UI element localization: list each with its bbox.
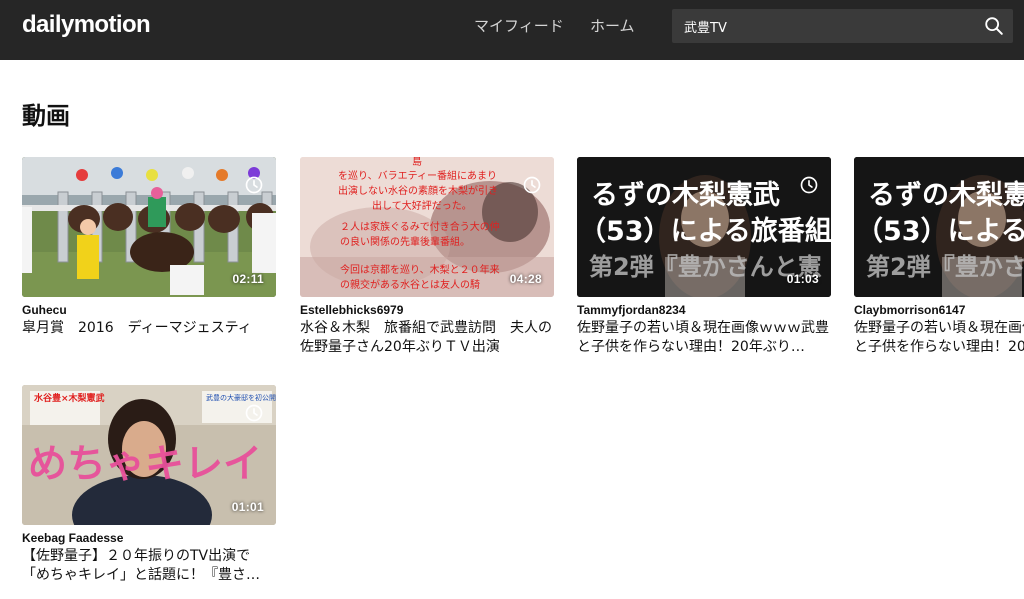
- overlay-line: 出して大好評だった。: [372, 201, 472, 212]
- clock-icon[interactable]: [244, 403, 264, 423]
- video-title[interactable]: 水谷＆木梨 旅番組で武豊訪問 夫人の佐野量子さん20年ぶりＴＶ出演: [300, 319, 554, 357]
- search-input[interactable]: [672, 9, 972, 43]
- clock-icon[interactable]: [799, 175, 819, 195]
- overlay-line: ２人は家族ぐるみで付き合う大の仲: [340, 222, 500, 233]
- clock-icon[interactable]: [522, 175, 542, 195]
- video-duration: 01:03: [786, 272, 819, 286]
- channel-name[interactable]: Keebag Faadesse: [22, 531, 276, 545]
- video-thumbnail[interactable]: 島 を巡り、バラエティー番組にあまり 出演しない水谷の素顔を木梨が引き 出して大…: [300, 157, 554, 297]
- overlay-line: 第2弾『豊かさ: [866, 253, 1024, 281]
- channel-name[interactable]: Tammyfjordan8234: [577, 303, 831, 317]
- video-card[interactable]: 02:11 Guhecu 皐月賞 2016 ディーマジェスティ: [22, 157, 276, 338]
- overlay-line: （53）による旅番組: [579, 216, 831, 247]
- search-box: [672, 9, 1013, 43]
- video-duration: 04:28: [509, 272, 542, 286]
- video-thumbnail[interactable]: 水谷豊×木梨憲武 武豊の大豪邸を初公開 めちゃキレイ 01:01: [22, 385, 276, 525]
- section-title: 動画: [22, 102, 70, 130]
- top-bar: dailymotion マイフィード ホーム: [0, 0, 1024, 60]
- video-thumbnail[interactable]: 02:11: [22, 157, 276, 297]
- video-title[interactable]: 皐月賞 2016 ディーマジェスティ: [22, 319, 276, 338]
- nav-home[interactable]: ホーム: [590, 15, 635, 36]
- video-card[interactable]: 島 を巡り、バラエティー番組にあまり 出演しない水谷の素顔を木梨が引き 出して大…: [300, 157, 554, 357]
- video-thumbnail[interactable]: るずの木梨憲 （53）による 第2弾『豊かさ: [854, 157, 1024, 297]
- channel-name[interactable]: Estellebhicks6979: [300, 303, 554, 317]
- channel-name[interactable]: Guhecu: [22, 303, 276, 317]
- channel-name[interactable]: Claybmorrison6147: [854, 303, 1024, 317]
- dailymotion-logo[interactable]: dailymotion: [22, 11, 151, 39]
- video-thumbnail[interactable]: るずの木梨憲武 （53）による旅番組 第2弾『豊かさんと憲 01:03: [577, 157, 831, 297]
- video-title[interactable]: 佐野量子の若い頃＆現在画像ｗｗｗ武豊と子供を作らない理由！20年ぶり…: [577, 319, 831, 357]
- video-duration: 01:01: [231, 500, 264, 514]
- nav-my-feed[interactable]: マイフィード: [474, 15, 564, 36]
- overlay-line: めちゃキレイ: [28, 442, 263, 487]
- video-title[interactable]: 【佐野量子】２０年振りのTV出演で「めちゃキレイ」と話題に！『豊さ…: [22, 547, 276, 585]
- video-card[interactable]: るずの木梨憲 （53）による 第2弾『豊かさ Claybmorrison6147…: [854, 157, 1024, 357]
- clock-icon[interactable]: [244, 175, 264, 195]
- video-card[interactable]: 水谷豊×木梨憲武 武豊の大豪邸を初公開 めちゃキレイ 01:01 Keebag …: [22, 385, 276, 585]
- overlay-line: るずの木梨憲: [868, 180, 1024, 211]
- overlay-line: 武豊の大豪邸を初公開: [206, 394, 276, 402]
- overlay-line: るずの木梨憲武: [591, 180, 780, 211]
- overlay-line: の良い関係の先輩後輩番組。: [340, 237, 470, 248]
- overlay-line: 今回は京都を巡り、木梨と２０年来: [340, 265, 500, 276]
- video-duration: 02:11: [232, 272, 264, 286]
- overlay-line: を巡り、バラエティー番組にあまり: [338, 171, 497, 182]
- video-card[interactable]: るずの木梨憲武 （53）による旅番組 第2弾『豊かさんと憲 01:03 Tamm…: [577, 157, 831, 357]
- overlay-line: 出演しない水谷の素顔を木梨が引き: [338, 186, 498, 197]
- overlay-line: 水谷豊×木梨憲武: [34, 394, 105, 404]
- search-icon[interactable]: [983, 15, 1005, 37]
- video-title[interactable]: 佐野量子の若い頃＆現在画像ｗｗｗ武豊と子供を作らない理由！20年ぶり…: [854, 319, 1024, 357]
- overlay-line: （53）による: [856, 216, 1024, 247]
- overlay-line: の親交がある水谷とは友人の騎: [340, 280, 480, 291]
